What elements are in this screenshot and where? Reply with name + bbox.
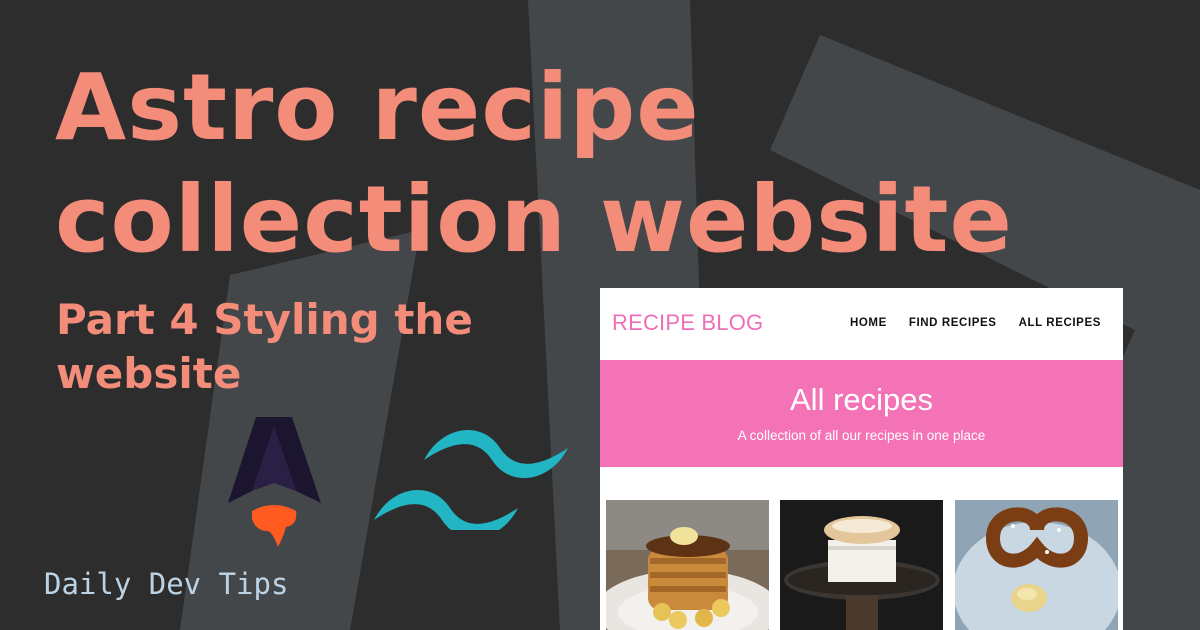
pretzel-photo <box>955 500 1118 630</box>
hero-title: All recipes <box>790 382 933 417</box>
astro-logo-icon <box>228 417 321 547</box>
pancakes-photo <box>606 500 769 630</box>
recipe-card-pancakes[interactable] <box>606 500 769 630</box>
hero-subtitle: A collection of all our recipes in one p… <box>737 428 986 443</box>
mockup-nav-links: HOME FIND RECIPES ALL RECIPES <box>850 317 1101 329</box>
recipe-card-pretzel[interactable] <box>955 500 1118 630</box>
nav-link-all-recipes[interactable]: ALL RECIPES <box>1019 317 1101 329</box>
souffle-photo <box>780 500 943 630</box>
tailwind-logo-icon <box>374 429 568 530</box>
nav-link-find-recipes[interactable]: FIND RECIPES <box>909 317 997 329</box>
mockup-logo[interactable]: RECIPE BLOG <box>612 310 763 336</box>
brand-name: Daily Dev Tips <box>44 567 289 601</box>
page-title: Astro recipe collection website <box>55 54 1013 273</box>
page-subtitle: Part 4 Styling the website <box>56 295 473 398</box>
recipe-card-souffle[interactable] <box>780 500 943 630</box>
nav-link-home[interactable]: HOME <box>850 317 887 329</box>
mockup-hero-banner: All recipes A collection of all our reci… <box>600 360 1123 467</box>
mockup-navbar: RECIPE BLOG HOME FIND RECIPES ALL RECIPE… <box>600 288 1123 360</box>
website-screenshot: RECIPE BLOG HOME FIND RECIPES ALL RECIPE… <box>600 288 1123 630</box>
